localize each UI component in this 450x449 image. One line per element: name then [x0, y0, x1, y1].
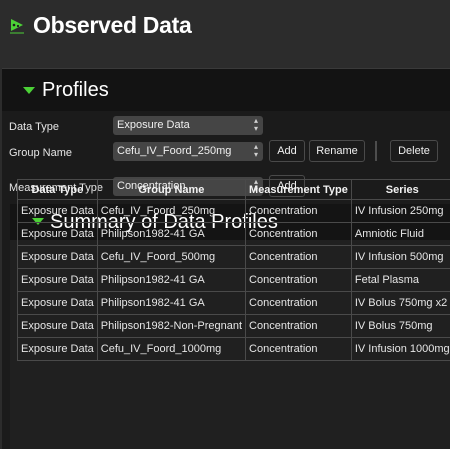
table-header-row: Data Type Group Name Measurement Type Se… [18, 180, 450, 200]
select-arrows-icon: ▴▾ [254, 117, 258, 133]
table-cell[interactable]: Cefu_IV_Foord_250mg [97, 200, 245, 223]
table-cell[interactable]: Concentration [246, 292, 352, 315]
select-arrows-icon: ▴▾ [254, 143, 258, 159]
table-row[interactable]: Exposure DataPhilipson1982-41 GAConcentr… [18, 223, 450, 246]
table-cell[interactable]: Philipson1982-41 GA [97, 223, 245, 246]
column-header[interactable]: Group Name [97, 180, 245, 200]
table-cell[interactable]: Philipson1982-41 GA [97, 292, 245, 315]
data-type-value: Exposure Data [117, 119, 190, 131]
table-cell[interactable]: IV Infusion 250mg [351, 200, 450, 223]
column-header[interactable]: Series [351, 180, 450, 200]
group-name-label: Group Name [9, 147, 72, 159]
table-row[interactable]: Exposure DataCefu_IV_Foord_1000mgConcent… [18, 338, 450, 361]
table-cell[interactable]: IV Infusion 1000mg [351, 338, 450, 361]
delete-button[interactable]: Delete [390, 140, 438, 162]
table-cell[interactable]: Fetal Plasma [351, 269, 450, 292]
title-bar: Observed Data [0, 0, 450, 58]
table-cell[interactable]: Concentration [246, 315, 352, 338]
table-row[interactable]: Exposure DataPhilipson1982-Non-PregnantC… [18, 315, 450, 338]
rename-button[interactable]: Rename [309, 140, 365, 162]
table-cell[interactable]: Exposure Data [18, 292, 98, 315]
page-title: Observed Data [33, 12, 191, 39]
table-cell[interactable]: Philipson1982-Non-Pregnant [97, 315, 245, 338]
expand-triangle-icon[interactable] [23, 87, 35, 94]
add-group-button[interactable]: Add [269, 140, 305, 162]
table-row[interactable]: Exposure DataPhilipson1982-41 GAConcentr… [18, 292, 450, 315]
table-cell[interactable]: Exposure Data [18, 338, 98, 361]
column-header[interactable]: Data Type [18, 180, 98, 200]
table-cell[interactable]: Exposure Data [18, 200, 98, 223]
table-cell[interactable]: Concentration [246, 223, 352, 246]
table-cell[interactable]: Exposure Data [18, 223, 98, 246]
profiles-section-header[interactable]: Profiles [2, 69, 450, 111]
summary-table: Data Type Group Name Measurement Type Se… [17, 179, 450, 361]
table-cell[interactable]: Concentration [246, 246, 352, 269]
table-row[interactable]: Exposure DataCefu_IV_Foord_250mgConcentr… [18, 200, 450, 223]
table-cell[interactable]: Exposure Data [18, 246, 98, 269]
group-name-select[interactable]: Cefu_IV_Foord_250mg ▴▾ [113, 142, 263, 161]
table-cell[interactable]: Concentration [246, 338, 352, 361]
table-cell[interactable]: Amniotic Fluid [351, 223, 450, 246]
toolbar-divider [375, 141, 377, 161]
table-cell[interactable]: Concentration [246, 200, 352, 223]
table-cell[interactable]: Cefu_IV_Foord_500mg [97, 246, 245, 269]
data-type-label: Data Type [9, 121, 59, 133]
column-header[interactable]: Measurement Type [246, 180, 352, 200]
table-cell[interactable]: IV Bolus 750mg x2 [351, 292, 450, 315]
table-row[interactable]: Exposure DataPhilipson1982-41 GAConcentr… [18, 269, 450, 292]
group-name-value: Cefu_IV_Foord_250mg [117, 145, 231, 157]
table-cell[interactable]: Cefu_IV_Foord_1000mg [97, 338, 245, 361]
data-type-select[interactable]: Exposure Data ▴▾ [113, 116, 263, 135]
observed-data-icon [9, 18, 25, 34]
table-cell[interactable]: Philipson1982-41 GA [97, 269, 245, 292]
table-cell[interactable]: IV Infusion 500mg [351, 246, 450, 269]
table-cell[interactable]: Concentration [246, 269, 352, 292]
table-row[interactable]: Exposure DataCefu_IV_Foord_500mgConcentr… [18, 246, 450, 269]
table-cell[interactable]: IV Bolus 750mg [351, 315, 450, 338]
table-cell[interactable]: Exposure Data [18, 315, 98, 338]
table-cell[interactable]: Exposure Data [18, 269, 98, 292]
profiles-title: Profiles [42, 79, 109, 102]
